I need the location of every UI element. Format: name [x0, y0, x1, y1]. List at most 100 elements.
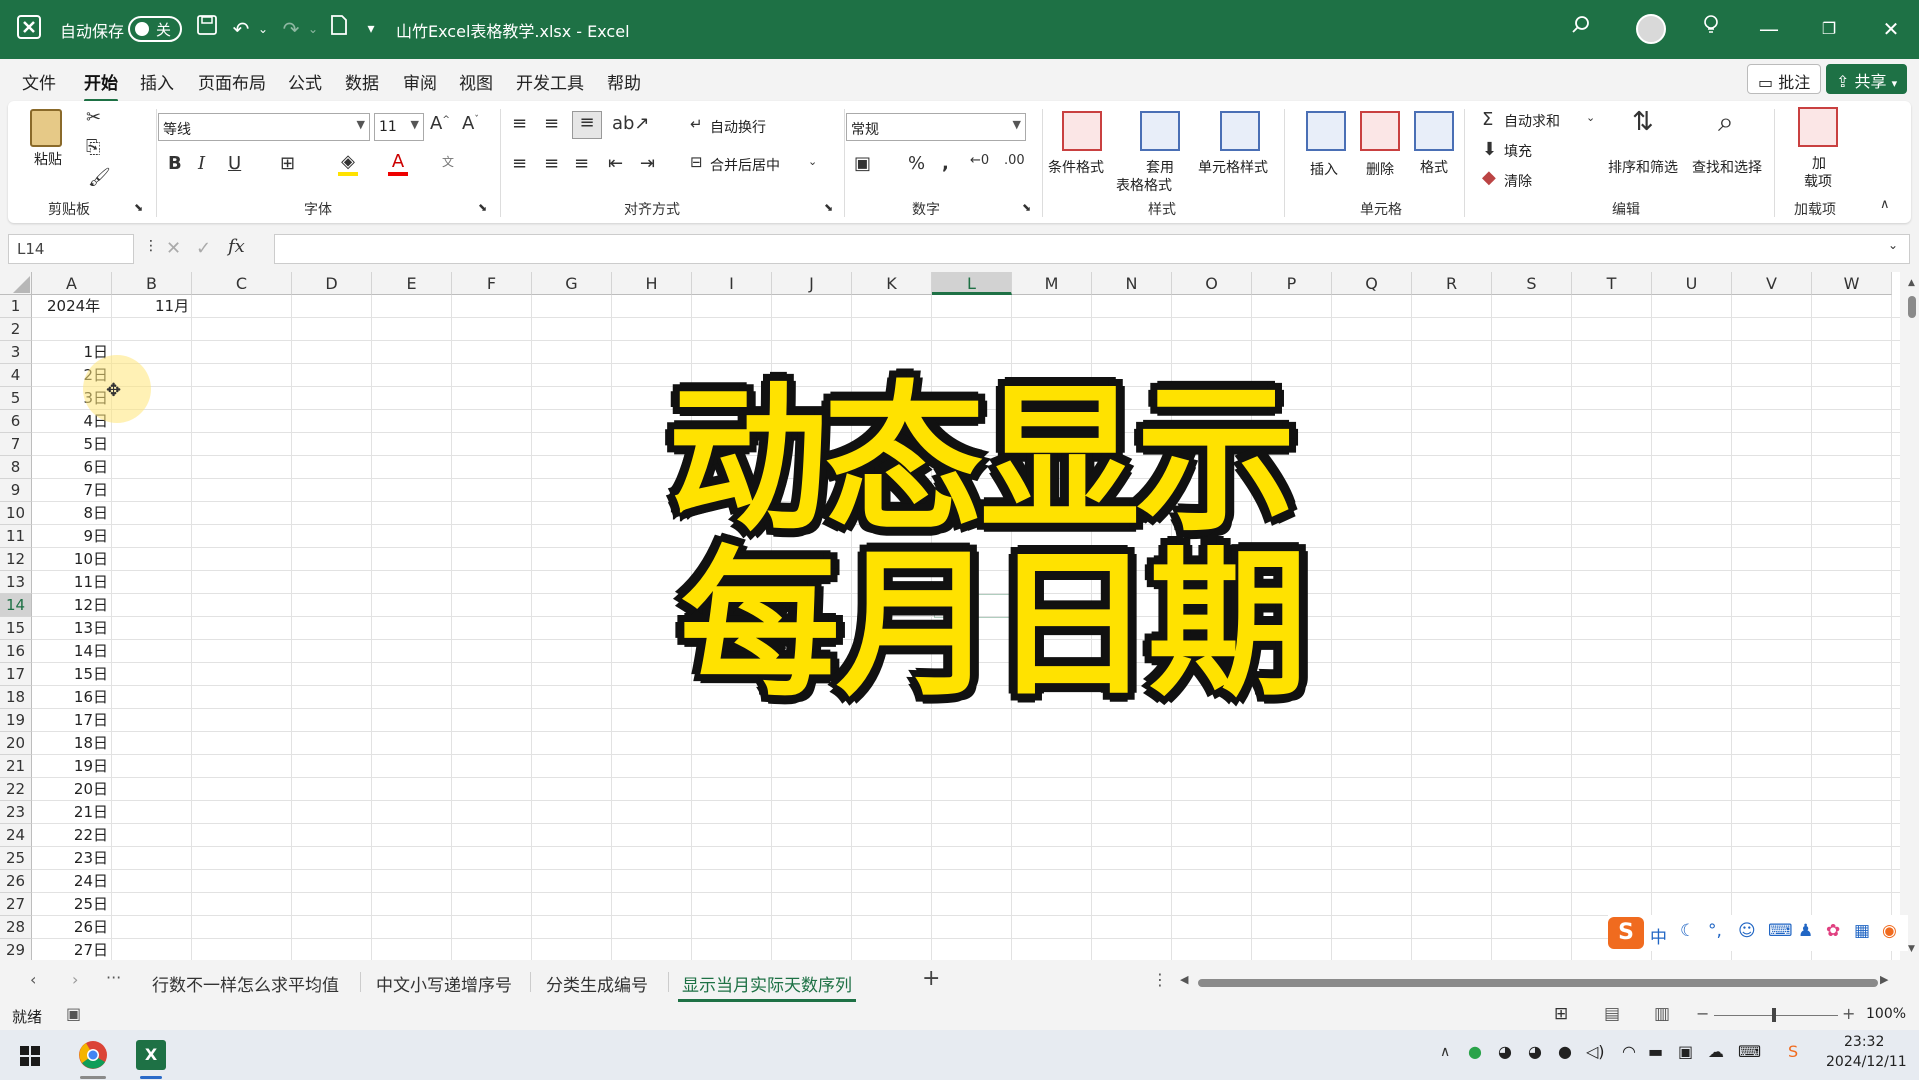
row-header-11[interactable]: 11: [0, 525, 32, 548]
search-icon[interactable]: [1566, 14, 1596, 44]
row-header-5[interactable]: 5: [0, 387, 32, 410]
format-cells-button[interactable]: 格式: [1420, 157, 1448, 177]
align-left-icon[interactable]: ≡: [512, 153, 527, 174]
moon-icon[interactable]: ☾: [1680, 921, 1695, 941]
tab-help[interactable]: 帮助: [607, 69, 641, 94]
addins-icon[interactable]: [1798, 107, 1838, 147]
column-header-i[interactable]: I: [692, 272, 772, 295]
delete-cells-icon[interactable]: [1360, 111, 1400, 151]
column-header-u[interactable]: U: [1652, 272, 1732, 295]
row-header-4[interactable]: 4: [0, 364, 32, 387]
autosave-toggle[interactable]: 关: [128, 16, 182, 42]
row-header-27[interactable]: 27: [0, 893, 32, 916]
format-as-table-line1[interactable]: 套用: [1146, 157, 1174, 177]
battery-icon[interactable]: ▬: [1648, 1042, 1663, 1061]
display-icon[interactable]: ▣: [1678, 1042, 1693, 1061]
microphone-icon[interactable]: ●: [1558, 1042, 1572, 1061]
day-cell[interactable]: 8日: [32, 502, 112, 525]
insert-cells-icon[interactable]: [1306, 111, 1346, 151]
day-cell[interactable]: 10日: [32, 548, 112, 571]
more-options-icon[interactable]: ⋮: [144, 238, 158, 254]
tab-view[interactable]: 视图: [459, 69, 493, 94]
find-select-icon[interactable]: ⌕: [1718, 105, 1734, 139]
zoom-slider-thumb[interactable]: [1772, 1008, 1776, 1022]
decrease-decimal-icon[interactable]: .00: [1004, 153, 1025, 168]
increase-font-icon[interactable]: A^: [430, 113, 450, 134]
day-cell[interactable]: 24日: [32, 870, 112, 893]
cancel-entry-icon[interactable]: ✕: [166, 238, 181, 259]
more-sheets-icon[interactable]: ···: [106, 968, 121, 987]
column-header-e[interactable]: E: [372, 272, 452, 295]
addins-line2[interactable]: 载项: [1804, 171, 1832, 191]
row-header-3[interactable]: 3: [0, 341, 32, 364]
cell-a1[interactable]: 2024年: [47, 295, 100, 318]
accounting-format-icon[interactable]: ▣: [854, 153, 871, 174]
number-format-select[interactable]: 常规 ▼: [846, 113, 1026, 141]
column-header-k[interactable]: K: [852, 272, 932, 295]
day-cell[interactable]: 27日: [32, 939, 112, 960]
format-as-table-icon[interactable]: [1140, 111, 1180, 151]
increase-indent-icon[interactable]: ⇥: [640, 153, 655, 174]
paste-icon[interactable]: [30, 109, 62, 147]
format-painter-icon[interactable]: 🖌: [88, 167, 111, 188]
volume-icon[interactable]: ◁): [1586, 1042, 1605, 1061]
align-center-icon[interactable]: ≡: [544, 153, 559, 174]
sogou-tray-icon[interactable]: S: [1788, 1042, 1798, 1061]
day-cell[interactable]: 23日: [32, 847, 112, 870]
assistant-icon[interactable]: ◉: [1882, 921, 1897, 941]
row-header-16[interactable]: 16: [0, 640, 32, 663]
day-cell[interactable]: 7日: [32, 479, 112, 502]
customize-icon[interactable]: ▾: [356, 14, 386, 44]
day-cell[interactable]: 11日: [32, 571, 112, 594]
underline-icon[interactable]: U: [228, 153, 241, 174]
windows-start-icon[interactable]: [20, 1046, 40, 1070]
qq-tray-icon-2[interactable]: ◕: [1528, 1042, 1542, 1061]
keyboard-tray-icon[interactable]: ⌨: [1738, 1042, 1761, 1061]
row-header-7[interactable]: 7: [0, 433, 32, 456]
day-cell[interactable]: 9日: [32, 525, 112, 548]
punctuation-icon[interactable]: °,: [1708, 921, 1722, 941]
orientation-icon[interactable]: ab↗: [612, 113, 650, 134]
sheet-tab-4[interactable]: 显示当月实际天数序列: [678, 971, 856, 1002]
tab-review[interactable]: 审阅: [403, 69, 437, 94]
scroll-up-icon[interactable]: ▲: [1908, 278, 1915, 288]
day-cell[interactable]: 19日: [32, 755, 112, 778]
column-header-n[interactable]: N: [1092, 272, 1172, 295]
percent-icon[interactable]: %: [908, 153, 925, 174]
tab-insert[interactable]: 插入: [140, 69, 174, 94]
phonetic-icon[interactable]: 文: [442, 153, 454, 170]
merge-center-icon[interactable]: ⊟: [690, 153, 703, 171]
font-launcher-icon[interactable]: ⬊: [478, 201, 487, 214]
find-select-button[interactable]: 查找和选择: [1692, 157, 1762, 177]
touch-mode-icon[interactable]: [324, 14, 354, 44]
day-cell[interactable]: 6日: [32, 456, 112, 479]
vertical-scroll-thumb[interactable]: [1908, 296, 1916, 318]
accessibility-icon[interactable]: ▣: [66, 1004, 81, 1023]
sheet-tab-3[interactable]: 分类生成编号: [546, 971, 648, 996]
save-icon[interactable]: [192, 14, 222, 44]
row-header-6[interactable]: 6: [0, 410, 32, 433]
horizontal-scroll-thumb[interactable]: [1198, 979, 1878, 987]
row-header-8[interactable]: 8: [0, 456, 32, 479]
row-header-19[interactable]: 19: [0, 709, 32, 732]
decrease-font-icon[interactable]: Aˇ: [462, 113, 479, 134]
day-cell[interactable]: 26日: [32, 916, 112, 939]
column-header-f[interactable]: F: [452, 272, 532, 295]
user-icon[interactable]: ♟: [1798, 921, 1813, 941]
align-top-icon[interactable]: ≡: [512, 113, 527, 134]
row-header-18[interactable]: 18: [0, 686, 32, 709]
row-header-9[interactable]: 9: [0, 479, 32, 502]
normal-view-icon[interactable]: ⊞: [1554, 1004, 1568, 1024]
avatar[interactable]: [1636, 14, 1666, 44]
add-sheet-button[interactable]: +: [922, 966, 940, 991]
column-header-b[interactable]: B: [112, 272, 192, 295]
comments-button[interactable]: ▭ 批注: [1747, 64, 1822, 94]
autosum-icon[interactable]: Σ: [1482, 109, 1493, 130]
select-all-corner[interactable]: [0, 272, 32, 295]
lightbulb-icon[interactable]: [1696, 14, 1726, 44]
qq-tray-icon[interactable]: ◕: [1498, 1042, 1512, 1061]
row-header-13[interactable]: 13: [0, 571, 32, 594]
tab-page-layout[interactable]: 页面布局: [198, 69, 266, 94]
row-header-2[interactable]: 2: [0, 318, 32, 341]
tab-data[interactable]: 数据: [345, 69, 379, 94]
